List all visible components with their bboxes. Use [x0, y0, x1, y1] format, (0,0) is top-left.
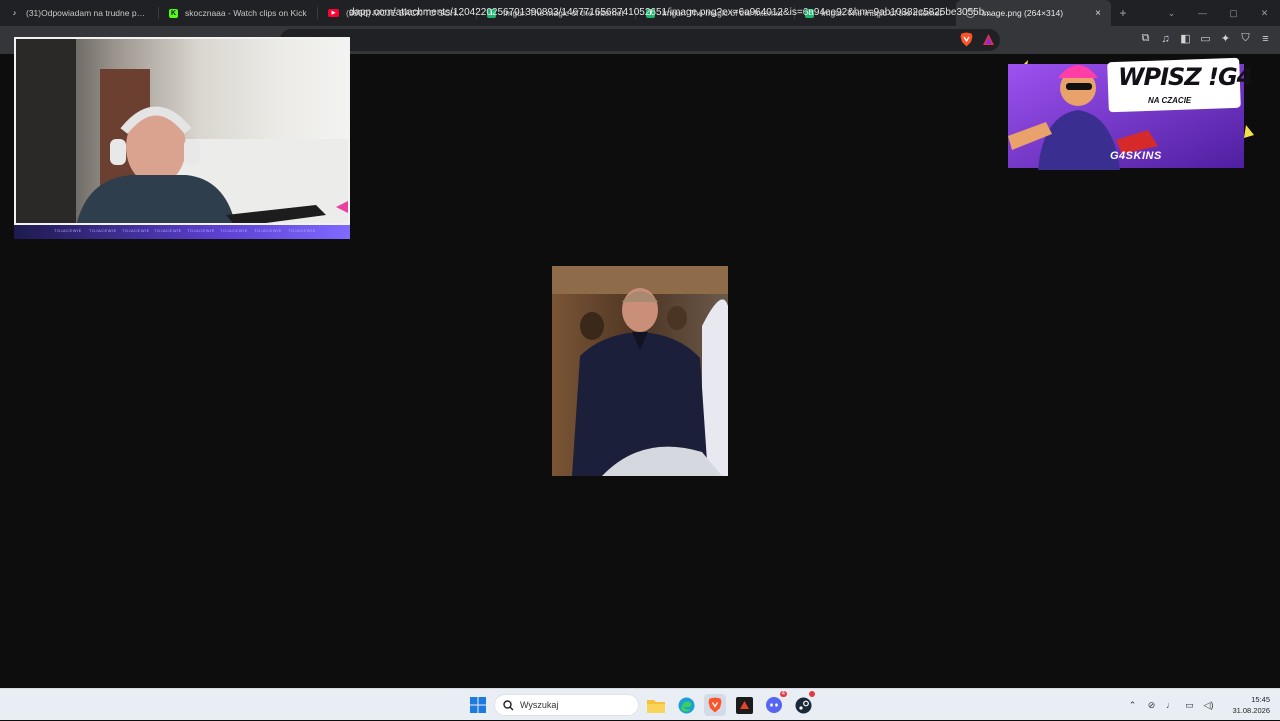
toolbar-icons: ⧉ ♫ ◧ ▭ ✦ ⛉ ≡	[1138, 31, 1273, 46]
discord-icon[interactable]: 4	[763, 691, 787, 716]
notification-dot	[809, 691, 815, 697]
brave-shields-icon[interactable]	[960, 32, 973, 47]
tab-1[interactable]: ♪ (31)Odpowiadam na trudne pytania	[0, 0, 159, 26]
volume-icon[interactable]: ◁)	[1199, 700, 1218, 711]
taskbar: Wyszukaj 4 ⌃ ⊘ ♩ ▭ ◁) 15:45 31.08.2026	[0, 688, 1280, 720]
file-explorer-icon[interactable]	[645, 694, 667, 716]
ticker-text: TOJACEWIE	[54, 228, 82, 233]
ticker-text: TOJACEWIE	[187, 228, 215, 233]
maximize-icon[interactable]: ▢	[1218, 8, 1249, 19]
clock-date: 31.08.2026	[1232, 706, 1270, 715]
close-tab-icon[interactable]: ×	[1095, 8, 1101, 19]
displayed-image[interactable]	[552, 266, 728, 476]
search-placeholder: Wyszukaj	[520, 700, 559, 710]
photo-scene	[552, 266, 728, 476]
app-taskbar-icon[interactable]	[733, 694, 755, 716]
taskbar-search-input[interactable]: Wyszukaj	[494, 694, 639, 716]
tab-title: skocznaaa - Watch clips on Kick	[185, 8, 307, 18]
tab-title: (31)Odpowiadam na trudne pytania	[26, 8, 149, 18]
minimize-icon[interactable]: —	[1187, 8, 1218, 18]
ticker-text: TOJACEWIE	[89, 228, 117, 233]
ticker-text: TOJACEWIE	[220, 228, 248, 233]
microphone-icon[interactable]: ♩	[1161, 700, 1180, 710]
network-icon[interactable]: ⊘	[1142, 700, 1161, 711]
ticker-text: TOJACEWIE	[288, 228, 316, 233]
system-tray: ⌃ ⊘ ♩ ▭ ◁) 15:45 31.08.2026	[1123, 689, 1280, 721]
edge-icon[interactable]	[675, 694, 697, 716]
extensions-icon[interactable]: ⧉	[1138, 31, 1153, 46]
promo-subline: NA CZACIE	[1148, 96, 1192, 105]
steam-icon[interactable]	[792, 691, 815, 716]
leo-ai-icon[interactable]: ✦	[1218, 31, 1233, 46]
clock[interactable]: 15:45 31.08.2026	[1218, 694, 1280, 716]
webcam-ticker: TOJACEWIE TOJACEWIE TOJACEWIE TOJACEWIE …	[14, 225, 350, 239]
brave-taskbar-icon[interactable]	[704, 694, 726, 716]
new-tab-button[interactable]: +	[1111, 6, 1135, 20]
youtube-icon: ▶	[328, 9, 339, 17]
kick-icon: K	[169, 8, 178, 18]
menu-icon[interactable]: ≡	[1258, 31, 1273, 46]
brave-rewards-icon[interactable]	[982, 33, 995, 46]
close-window-icon[interactable]: ✕	[1249, 8, 1280, 19]
chevron-up-icon[interactable]: ⌃	[1123, 700, 1142, 711]
window-controls: ⌄ — ▢ ✕	[1156, 0, 1280, 26]
webcam-feed	[14, 37, 350, 225]
webcam-scene	[16, 39, 348, 223]
tab-search-icon[interactable]: ⌄	[1156, 8, 1187, 19]
ticker-text: TOJACEWIE	[154, 228, 182, 233]
tab-2[interactable]: K skocznaaa - Watch clips on Kick	[159, 0, 318, 26]
display-icon[interactable]: ▭	[1180, 700, 1199, 711]
tab-title: image.png (264×314)	[982, 8, 1064, 18]
webcam-overlay: TOJACEWIE TOJACEWIE TOJACEWIE TOJACEWIE …	[14, 37, 350, 239]
search-icon	[503, 699, 514, 710]
vpn-icon[interactable]: ⛉	[1238, 31, 1253, 46]
discord-badge: 4	[779, 691, 787, 697]
url-text[interactable]: dapp.com/attachments/1204220256701390893…	[349, 7, 993, 18]
promo-brand: G4SKINS	[1110, 150, 1162, 162]
g4skins-promo-banner: WPISZ !G4 NA CZACIE G4SKINS	[998, 50, 1256, 170]
ticker-text: TOJACEWIE	[122, 228, 150, 233]
wallet-icon[interactable]: ▭	[1198, 31, 1213, 46]
tiktok-icon: ♪	[12, 9, 17, 17]
media-icon[interactable]: ♫	[1158, 31, 1173, 46]
windows-start-icon[interactable]	[467, 694, 489, 716]
sidebar-icon[interactable]: ◧	[1178, 31, 1193, 46]
ticker-text: TOJACEWIE	[254, 228, 282, 233]
address-bar[interactable]	[280, 29, 1000, 51]
promo-headline: WPISZ !G4	[1118, 63, 1253, 91]
clock-time: 15:45	[1251, 695, 1270, 704]
